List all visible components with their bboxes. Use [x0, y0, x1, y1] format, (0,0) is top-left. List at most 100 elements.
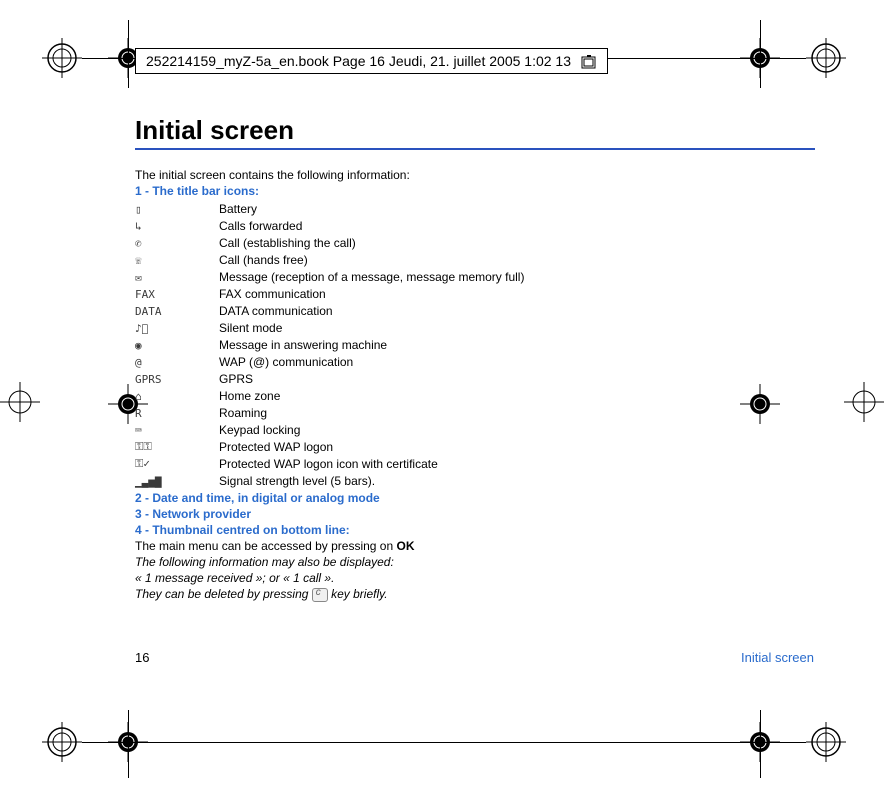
icon-row: ◉ Message in answering machine	[135, 336, 524, 353]
icon-label: Calls forwarded	[219, 217, 524, 234]
registration-mark	[42, 38, 82, 78]
page-info-banner: 252214159_myZ-5a_en.book Page 16 Jeudi, …	[135, 48, 608, 74]
registration-mark	[806, 722, 846, 762]
crop-line	[128, 20, 129, 88]
icon-glyph: ⌨	[135, 424, 142, 437]
icon-label: GPRS	[219, 370, 524, 387]
icon-row: ▁▃▅▇ Signal strength level (5 bars).	[135, 472, 524, 489]
icon-row: @ WAP (@) communication	[135, 353, 524, 370]
icon-glyph: ⌂	[135, 390, 142, 403]
icon-label: Protected WAP logon icon with certificat…	[219, 455, 524, 472]
icon-row: ⌨ Keypad locking	[135, 421, 524, 438]
icon-label: WAP (@) communication	[219, 353, 524, 370]
icon-label: Message in answering machine	[219, 336, 524, 353]
icon-row: ✉ Message (reception of a message, messag…	[135, 268, 524, 285]
titlebar-icon: ◉	[135, 336, 219, 353]
icon-label: Battery	[219, 200, 524, 217]
page-number: 16	[135, 650, 149, 665]
icon-label: Roaming	[219, 404, 524, 421]
titlebar-icon: ⌂	[135, 387, 219, 404]
titlebar-icon: ☏	[135, 251, 219, 268]
info-note-3-pre: They can be deleted by pressing	[135, 587, 312, 601]
icon-glyph: ◉	[135, 339, 142, 352]
icon-label: Call (establishing the call)	[219, 234, 524, 251]
icon-glyph: ⚿✓	[135, 457, 150, 471]
crop-line	[82, 742, 806, 743]
intro-text: The initial screen contains the followin…	[135, 168, 804, 182]
titlebar-icon: ⚿⚿	[135, 438, 219, 455]
icon-glyph: ✆	[135, 237, 142, 250]
icon-row: ✆ Call (establishing the call)	[135, 234, 524, 251]
titlebar-icon: R	[135, 404, 219, 421]
icon-row: ⌂ Home zone	[135, 387, 524, 404]
titlebar-icons-list: ▯ Battery ↳ Calls forwarded ✆ Call (establish…	[135, 200, 524, 489]
icon-row: ▯ Battery	[135, 200, 524, 217]
icon-glyph: DATA	[135, 305, 162, 318]
section-2-heading: 2 - Date and time, in digital or analog …	[135, 491, 804, 505]
icon-row: FAX FAX communication	[135, 285, 524, 302]
icon-label: DATA communication	[219, 302, 524, 319]
ok-label: OK	[396, 539, 414, 553]
icon-label: FAX communication	[219, 285, 524, 302]
icon-label: Protected WAP logon	[219, 438, 524, 455]
titlebar-icon: ⌨	[135, 421, 219, 438]
icon-glyph: ⚿⚿	[135, 440, 152, 454]
titlebar-icon: DATA	[135, 302, 219, 319]
icon-glyph: FAX	[135, 288, 155, 301]
icon-label: Silent mode	[219, 319, 524, 336]
icon-glyph: ♪⃠	[135, 322, 148, 335]
c-key-icon	[312, 588, 328, 602]
section-1-heading: 1 - The title bar icons:	[135, 184, 804, 198]
icon-row: ⚿⚿ Protected WAP logon	[135, 438, 524, 455]
icon-label: Call (hands free)	[219, 251, 524, 268]
icon-label: Keypad locking	[219, 421, 524, 438]
icon-label: Signal strength level (5 bars).	[219, 472, 524, 489]
titlebar-icon: ✆	[135, 234, 219, 251]
icon-glyph: ↳	[135, 220, 142, 233]
icon-row: GPRS GPRS	[135, 370, 524, 387]
registration-mark	[806, 38, 846, 78]
titlebar-icon: FAX	[135, 285, 219, 302]
icon-label: Home zone	[219, 387, 524, 404]
main-menu-note: The main menu can be accessed by pressin…	[135, 539, 804, 553]
icon-glyph: GPRS	[135, 373, 162, 386]
info-note-3: They can be deleted by pressing key brie…	[135, 587, 804, 602]
main-menu-pre: The main menu can be accessed by pressin…	[135, 539, 396, 553]
info-note-2: « 1 message received »; or « 1 call ».	[135, 571, 804, 585]
icon-row: DATA DATA communication	[135, 302, 524, 319]
page-info-text: 252214159_myZ-5a_en.book Page 16 Jeudi, …	[146, 53, 571, 69]
page-title: Initial screen	[135, 115, 804, 146]
crop-line	[760, 20, 761, 88]
icon-row: R Roaming	[135, 404, 524, 421]
titlebar-icon: ▯	[135, 200, 219, 217]
icon-row: ☏ Call (hands free)	[135, 251, 524, 268]
section-4-heading: 4 - Thumbnail centred on bottom line:	[135, 523, 804, 537]
icon-row: ♪⃠ Silent mode	[135, 319, 524, 336]
titlebar-icon: ⚿✓	[135, 455, 219, 472]
page-footer: 16 Initial screen	[135, 650, 814, 665]
titlebar-icon: ♪⃠	[135, 319, 219, 336]
titlebar-icon: ▁▃▅▇	[135, 472, 219, 489]
icon-row: ↳ Calls forwarded	[135, 217, 524, 234]
titlebar-icon: GPRS	[135, 370, 219, 387]
title-rule	[135, 148, 815, 150]
icon-row: ⚿✓ Protected WAP logon icon with certific…	[135, 455, 524, 472]
info-note-3-post: key briefly.	[328, 587, 388, 601]
titlebar-icon: @	[135, 353, 219, 370]
icon-glyph: R	[135, 407, 142, 420]
registration-mark	[42, 722, 82, 762]
icon-glyph: ☏	[135, 254, 142, 267]
registration-mark	[0, 382, 40, 422]
titlebar-icon: ↳	[135, 217, 219, 234]
crop-line	[760, 710, 761, 778]
icon-glyph: ▯	[135, 203, 142, 216]
footer-section-name: Initial screen	[741, 650, 814, 665]
registration-mark	[844, 382, 884, 422]
section-3-heading: 3 - Network provider	[135, 507, 804, 521]
icon-glyph: ✉	[135, 271, 142, 284]
icon-glyph: ▁▃▅▇	[135, 475, 162, 488]
titlebar-icon: ✉	[135, 268, 219, 285]
framemaker-icon	[581, 55, 597, 69]
icon-label: Message (reception of a message, message…	[219, 268, 524, 285]
icon-glyph: @	[135, 356, 142, 369]
